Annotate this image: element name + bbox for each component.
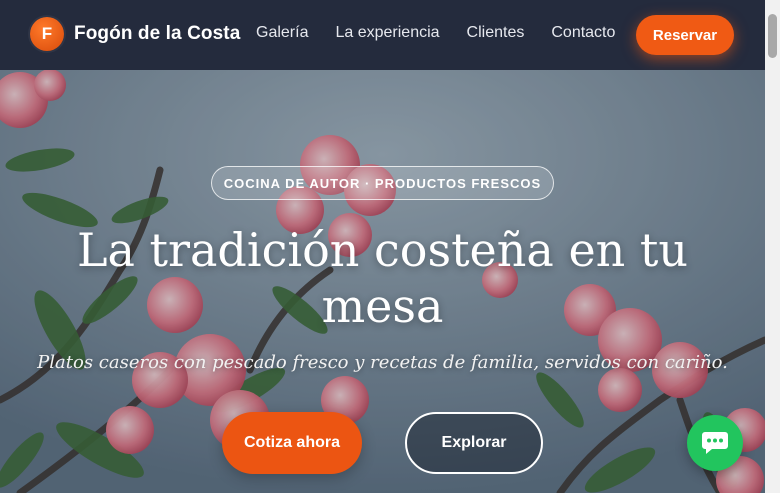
brand-logo-icon[interactable]: F: [30, 17, 64, 51]
hero-title: La tradición costeña en tu mesa: [76, 223, 689, 333]
nav-link-contacto[interactable]: Contacto: [551, 24, 615, 42]
reserve-button[interactable]: Reservar: [636, 15, 734, 55]
scrollbar-thumb[interactable]: [768, 14, 777, 58]
hero-subtitle: Platos caseros con pescado fresco y rece…: [37, 352, 728, 373]
nav-link-clientes[interactable]: Clientes: [467, 24, 525, 42]
nav-link-galeria[interactable]: Galería: [256, 24, 308, 42]
hero-section: COCINA DE AUTOR · PRODUCTOS FRESCOS La t…: [0, 70, 765, 493]
explore-button[interactable]: Explorar: [405, 412, 543, 474]
chat-button[interactable]: [687, 415, 743, 471]
chat-bubble-icon: [702, 432, 728, 454]
nav-link-experiencia[interactable]: La experiencia: [335, 24, 439, 42]
brand[interactable]: F Fogón de la Costa: [30, 17, 240, 51]
nav-links: Galería La experiencia Clientes Contacto: [256, 24, 642, 42]
page-scrollbar[interactable]: [765, 0, 780, 493]
brand-name[interactable]: Fogón de la Costa: [74, 23, 240, 45]
quote-button[interactable]: Cotiza ahora: [222, 412, 362, 474]
top-navbar: F Fogón de la Costa Galería La experienc…: [0, 0, 765, 70]
hero-badge: COCINA DE AUTOR · PRODUCTOS FRESCOS: [211, 166, 554, 200]
